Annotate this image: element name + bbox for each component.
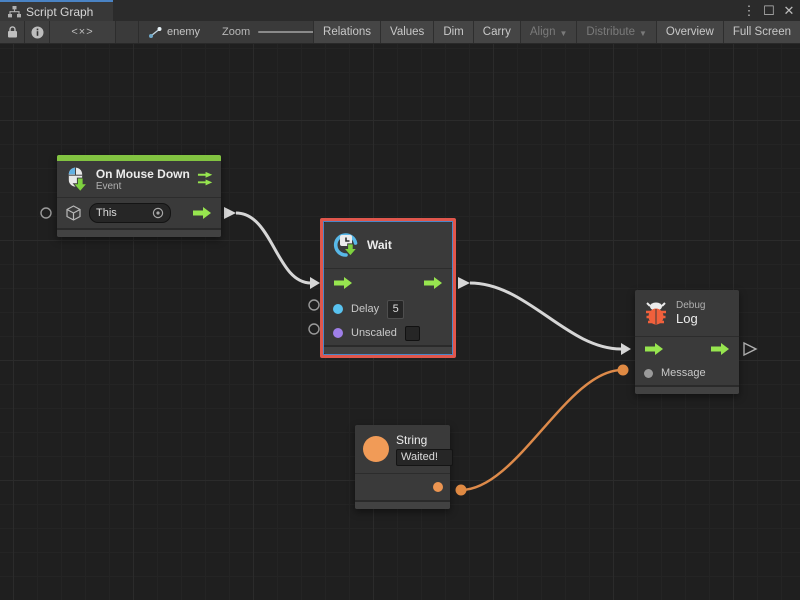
tab-label: Script Graph	[26, 5, 93, 19]
node-title: Wait	[367, 238, 392, 252]
node-debug-log[interactable]: Debug Log Message	[635, 290, 739, 394]
graph-asset-icon	[149, 27, 162, 38]
node-on-mouse-down[interactable]: On Mouse Down Event This	[57, 155, 221, 237]
button-label: Carry	[483, 26, 511, 38]
script-graph-window: Script Graph ⋮ ☐ ✕	[0, 0, 800, 600]
delay-value: 5	[393, 303, 399, 315]
button-label: Overview	[666, 26, 714, 38]
graph-toolbar: <×> enemy Zoom 1x Relations Values	[0, 21, 800, 44]
target-object-value: This	[96, 207, 117, 219]
node-wait[interactable]: Wait Delay 5 Unscaled	[324, 222, 452, 354]
distribute-dropdown[interactable]: Distribute ▼	[576, 21, 656, 43]
graph-name: enemy	[167, 26, 200, 38]
info-icon	[31, 26, 44, 39]
maximize-icon[interactable]: ☐	[762, 0, 776, 21]
gameobject-cube-icon	[66, 205, 81, 221]
node-subtitle: Event	[96, 181, 190, 192]
node-footer	[57, 228, 221, 237]
button-label: Relations	[323, 26, 371, 38]
selection-outline: Wait Delay 5 Unscaled	[320, 218, 456, 358]
relations-button[interactable]: Relations	[313, 21, 380, 43]
string-output-port-dot[interactable]	[433, 482, 443, 492]
carry-button[interactable]: Carry	[473, 21, 520, 43]
unscaled-label: Unscaled	[351, 327, 397, 339]
delay-port-dot[interactable]	[333, 304, 343, 314]
tab-bar: Script Graph ⋮ ☐ ✕	[0, 0, 800, 21]
delay-value-input[interactable]: 5	[387, 300, 404, 319]
chevron-down-icon: ▼	[559, 29, 567, 38]
button-label: Values	[390, 26, 424, 38]
button-label: Dim	[443, 26, 463, 38]
string-type-icon	[363, 436, 389, 462]
string-value: Waited!	[401, 451, 438, 463]
edit-source-button[interactable]: <×>	[50, 21, 116, 43]
flow-output-arrow-icon[interactable]	[423, 276, 443, 290]
node-footer	[324, 345, 452, 354]
close-icon[interactable]: ✕	[782, 0, 796, 21]
button-label: Align	[530, 26, 556, 38]
full-screen-button[interactable]: Full Screen	[723, 21, 800, 43]
node-footer	[635, 385, 739, 394]
event-trigger-icon	[197, 171, 213, 187]
flow-input-arrow-icon[interactable]	[333, 276, 353, 290]
button-label: Distribute	[586, 26, 635, 38]
message-label: Message	[661, 367, 706, 379]
flow-arrow-icon	[192, 206, 212, 220]
message-port-dot[interactable]	[644, 369, 653, 378]
chevron-down-icon: ▼	[639, 29, 647, 38]
tab-script-graph[interactable]: Script Graph	[0, 0, 113, 21]
string-value-input[interactable]: Waited!	[396, 449, 453, 466]
graph-hierarchy-icon	[8, 6, 21, 18]
button-label: Full Screen	[733, 26, 791, 38]
object-picker-icon[interactable]	[152, 207, 164, 219]
node-string-literal[interactable]: String Waited!	[355, 425, 450, 509]
kebab-menu-icon[interactable]: ⋮	[742, 0, 756, 21]
flow-input-arrow-icon[interactable]	[644, 342, 664, 356]
dim-button[interactable]: Dim	[433, 21, 472, 43]
lock-button[interactable]	[0, 21, 25, 43]
unscaled-checkbox[interactable]	[405, 326, 420, 341]
flow-output-arrow-icon[interactable]	[710, 342, 730, 356]
wait-timer-icon	[332, 231, 360, 259]
node-title: String	[396, 433, 453, 447]
node-footer	[355, 500, 450, 509]
unscaled-port-dot[interactable]	[333, 328, 343, 338]
values-button[interactable]: Values	[380, 21, 433, 43]
mouse-down-icon	[65, 166, 89, 192]
target-object-field[interactable]: This	[89, 203, 171, 223]
info-button[interactable]	[25, 21, 50, 43]
code-icon: <×>	[71, 26, 93, 38]
lock-icon	[7, 26, 18, 38]
graph-breadcrumb[interactable]: enemy	[138, 21, 210, 43]
node-title: On Mouse Down	[96, 167, 190, 181]
align-dropdown[interactable]: Align ▼	[520, 21, 577, 43]
delay-label: Delay	[351, 303, 379, 315]
debug-bug-icon	[643, 300, 669, 326]
zoom-label: Zoom	[222, 26, 250, 38]
node-title: Log	[676, 311, 705, 326]
node-group-label: Debug	[676, 300, 705, 311]
overview-button[interactable]: Overview	[656, 21, 723, 43]
